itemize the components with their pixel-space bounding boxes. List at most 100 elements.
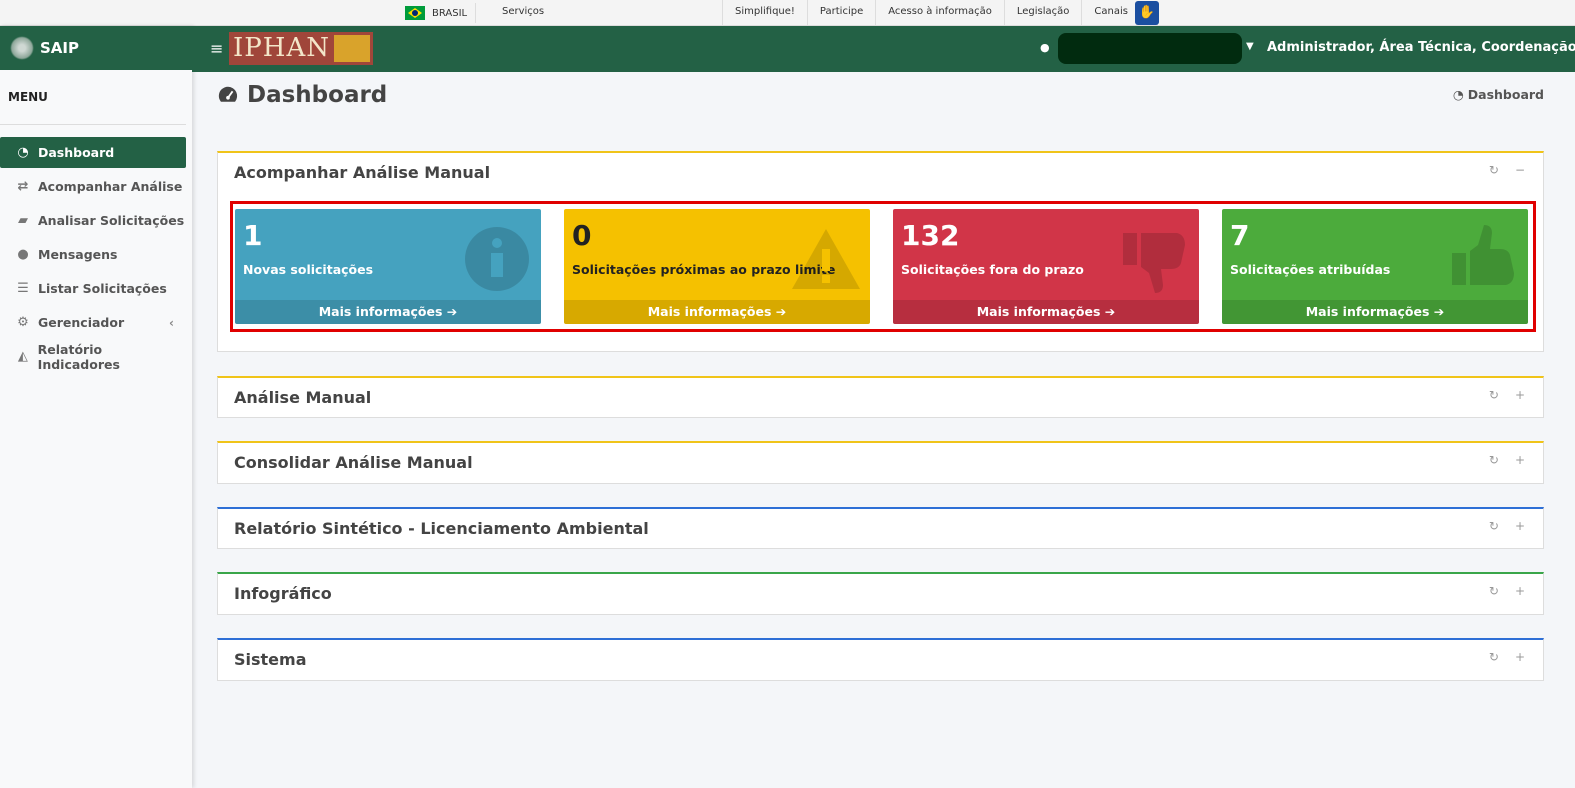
sidebar-item-dashboard[interactable]: ◔ Dashboard bbox=[0, 137, 186, 168]
iphan-logo[interactable]: IPHAN bbox=[229, 32, 373, 65]
stat-box-novas: 1 Novas solicitações Mais informações ➔ bbox=[235, 209, 541, 324]
box-acompanhar-analise-manual: Acompanhar Análise Manual ↻ − 1 Novas so… bbox=[217, 151, 1544, 352]
comments-icon: ● bbox=[17, 247, 29, 262]
stat-box-fora-prazo: 132 Solicitações fora do prazo Mais info… bbox=[893, 209, 1199, 324]
more-info-label: Mais informações bbox=[976, 304, 1101, 319]
thumbs-down-icon bbox=[1123, 233, 1185, 293]
warning-icon bbox=[792, 229, 860, 289]
refresh-icon[interactable]: ↻ bbox=[1489, 519, 1499, 533]
sidebar-item-label: Dashboard bbox=[38, 145, 115, 160]
redacted-field[interactable] bbox=[1058, 33, 1242, 64]
arrow-circle-right-icon: ➔ bbox=[1433, 304, 1445, 319]
menu-title: MENU bbox=[0, 70, 186, 125]
sidebar-item-analisar-solicitacoes[interactable]: ▰ Analisar Solicitações bbox=[0, 205, 186, 236]
sidebar-item-label: Mensagens bbox=[38, 247, 118, 262]
simplifique-link[interactable]: Simplifique! bbox=[722, 0, 807, 26]
sidebar-item-acompanhar-analise[interactable]: ⇄ Acompanhar Análise bbox=[0, 171, 186, 202]
more-info-link[interactable]: Mais informações ➔ bbox=[1222, 300, 1528, 324]
chevron-left-icon: ‹ bbox=[169, 315, 174, 330]
sidebar-item-listar-solicitacoes[interactable]: ☰ Listar Solicitações bbox=[0, 273, 186, 304]
box-title: Infográfico bbox=[234, 584, 332, 603]
box-tools: ↻ + bbox=[1489, 453, 1525, 467]
sidebar-item-relatorio-indicadores[interactable]: ◭ Relatório Indicadores bbox=[0, 341, 186, 372]
hamburger-menu-icon[interactable]: ≡ bbox=[210, 39, 223, 58]
box-tools: ↻ − bbox=[1489, 163, 1525, 177]
book-icon: ▰ bbox=[18, 213, 28, 228]
refresh-icon[interactable]: ↻ bbox=[1489, 453, 1499, 467]
stat-box-proximas: 0 Solicitações próximas ao prazo limite … bbox=[564, 209, 870, 324]
sidebar-item-label: Gerenciador bbox=[38, 315, 125, 330]
page-title: Dashboard bbox=[247, 82, 388, 108]
top-header: ≡ IPHAN ● ▼ Administrador, Área Técnica,… bbox=[192, 26, 1575, 72]
sidebar-item-label: Listar Solicitações bbox=[38, 281, 167, 296]
stat-value: 1 bbox=[243, 219, 263, 252]
acesso-informacao-link[interactable]: Acesso à informação bbox=[875, 0, 1004, 26]
minus-icon[interactable]: − bbox=[1515, 163, 1525, 177]
stat-box-atribuidas: 7 Solicitações atribuídas Mais informaçõ… bbox=[1222, 209, 1528, 324]
content-header: Dashboard bbox=[217, 82, 387, 108]
list-icon: ☰ bbox=[17, 281, 29, 296]
gov-top-bar: BRASIL Serviços Simplifique! Participe A… bbox=[0, 0, 1575, 26]
legislacao-link[interactable]: Legislação bbox=[1003, 0, 1082, 26]
servicos-link[interactable]: Serviços bbox=[502, 6, 544, 17]
plus-icon[interactable]: + bbox=[1515, 519, 1525, 533]
refresh-icon[interactable]: ↻ bbox=[1489, 650, 1499, 664]
exchange-icon: ⇄ bbox=[17, 179, 29, 194]
box-title: Consolidar Análise Manual bbox=[234, 453, 473, 472]
plus-icon[interactable]: + bbox=[1515, 453, 1525, 467]
box-title: Análise Manual bbox=[234, 388, 372, 407]
sidebar: SAIP MENU ◔ Dashboard ⇄ Acompanhar Análi… bbox=[0, 26, 192, 788]
sidebar-item-gerenciador[interactable]: ⚙ Gerenciador ‹ bbox=[0, 307, 186, 338]
box-tools: ↻ + bbox=[1489, 388, 1525, 402]
box-title: Acompanhar Análise Manual bbox=[234, 163, 491, 182]
area-chart-icon: ◭ bbox=[17, 349, 28, 364]
box-title: Sistema bbox=[234, 650, 307, 669]
stat-value: 7 bbox=[1230, 219, 1250, 252]
box-consolidar-analise-manual: Consolidar Análise Manual ↻ + bbox=[217, 441, 1544, 484]
sidebar-item-label: Relatório Indicadores bbox=[37, 341, 120, 372]
gov-links: Simplifique! Participe Acesso à informaç… bbox=[722, 0, 1140, 26]
participe-link[interactable]: Participe bbox=[806, 0, 875, 26]
brazil-flag-icon bbox=[405, 6, 425, 20]
vlibras-hand-icon[interactable]: ✋ bbox=[1135, 1, 1159, 25]
box-tools: ↻ + bbox=[1489, 650, 1525, 664]
refresh-icon[interactable]: ↻ bbox=[1489, 163, 1499, 177]
plus-icon[interactable]: + bbox=[1515, 584, 1525, 598]
arrow-circle-right-icon: ➔ bbox=[775, 304, 787, 319]
iphan-logo-tag bbox=[334, 35, 370, 62]
dashboard-icon bbox=[218, 86, 238, 102]
sidebar-menu: ◔ Dashboard ⇄ Acompanhar Análise ▰ Anali… bbox=[0, 137, 192, 372]
user-menu[interactable]: Administrador, Área Técnica, Coordenação… bbox=[1267, 40, 1575, 55]
brasil-label: BRASIL bbox=[432, 7, 468, 19]
thumbs-up-icon bbox=[1452, 225, 1514, 285]
box-relatorio-sintetico: Relatório Sintético - Licenciamento Ambi… bbox=[217, 507, 1544, 549]
brand-name: SAIP bbox=[40, 39, 79, 57]
plus-icon[interactable]: + bbox=[1515, 388, 1525, 402]
dashboard-icon: ◔ bbox=[17, 145, 29, 160]
box-tools: ↻ + bbox=[1489, 584, 1525, 598]
brand[interactable]: SAIP bbox=[0, 26, 192, 70]
canais-link[interactable]: Canais bbox=[1081, 0, 1140, 26]
plus-icon[interactable]: + bbox=[1515, 650, 1525, 664]
breadcrumb[interactable]: ◔ Dashboard bbox=[1453, 87, 1544, 102]
refresh-icon[interactable]: ↻ bbox=[1489, 388, 1499, 402]
more-info-link[interactable]: Mais informações ➔ bbox=[235, 300, 541, 324]
more-info-link[interactable]: Mais informações ➔ bbox=[564, 300, 870, 324]
more-info-link[interactable]: Mais informações ➔ bbox=[893, 300, 1199, 324]
chat-icon[interactable]: ● bbox=[1040, 41, 1050, 54]
box-analise-manual: Análise Manual ↻ + bbox=[217, 376, 1544, 418]
sidebar-item-mensagens[interactable]: ● Mensagens bbox=[0, 239, 186, 270]
arrow-circle-right-icon: ➔ bbox=[446, 304, 458, 319]
info-icon bbox=[465, 227, 529, 291]
more-info-label: Mais informações bbox=[647, 304, 772, 319]
sidebar-item-label: Acompanhar Análise bbox=[38, 179, 183, 194]
dashboard-icon: ◔ bbox=[1452, 87, 1464, 102]
caret-down-icon[interactable]: ▼ bbox=[1246, 41, 1254, 52]
iphan-logo-text: IPHAN bbox=[233, 33, 330, 63]
saip-logo-icon bbox=[10, 36, 34, 60]
refresh-icon[interactable]: ↻ bbox=[1489, 584, 1499, 598]
stat-label: Solicitações fora do prazo bbox=[901, 262, 1084, 277]
brasil-link[interactable]: BRASIL bbox=[405, 5, 467, 21]
stat-value: 0 bbox=[572, 219, 592, 252]
sidebar-item-label: Analisar Solicitações bbox=[38, 213, 185, 228]
